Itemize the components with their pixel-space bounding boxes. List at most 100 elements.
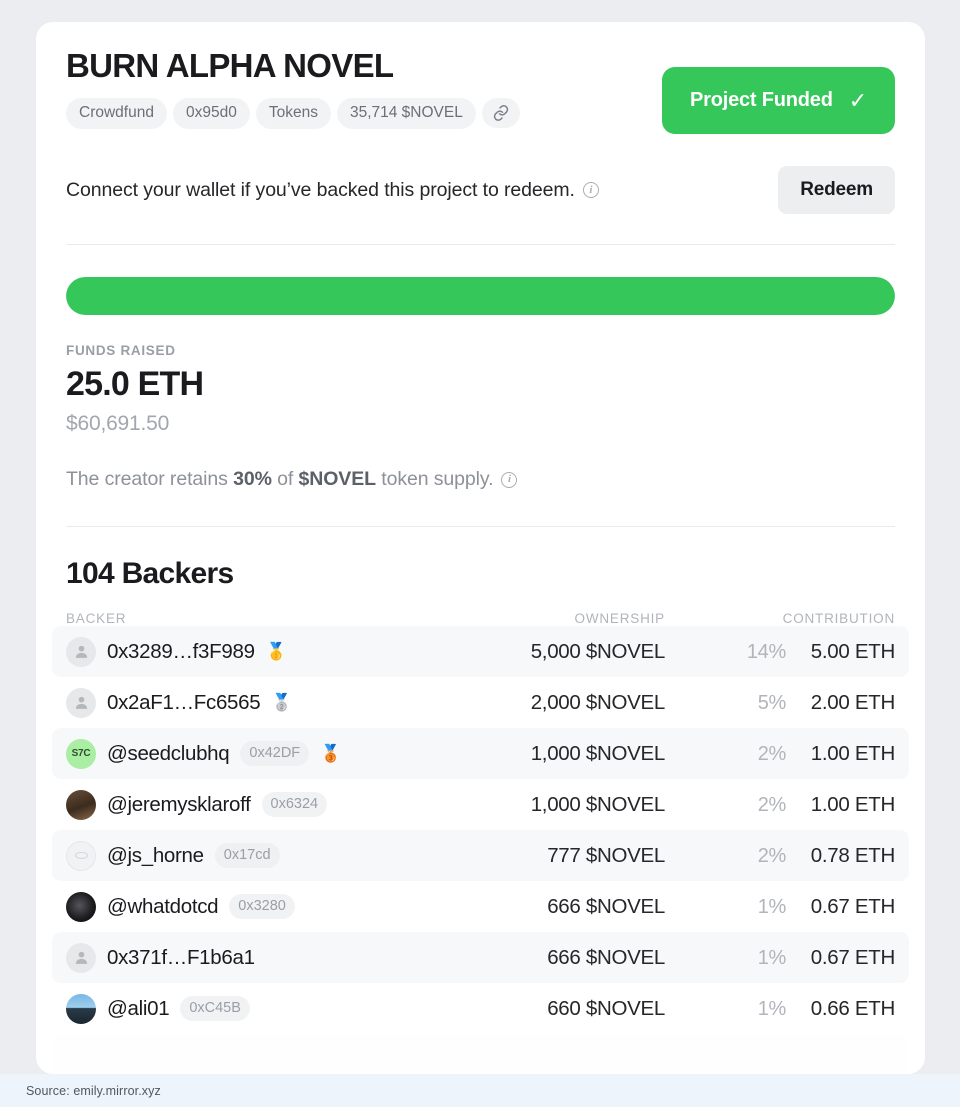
ownership-percent: 5% xyxy=(757,691,787,714)
project-identity: BURN ALPHA NOVEL Crowdfund 0x95d0 Tokens… xyxy=(66,47,520,129)
contribution-amount: 0.78 ETH xyxy=(810,843,896,867)
funds-raised-usd: $60,691.50 xyxy=(66,412,170,435)
ownership-percent: 1% xyxy=(757,895,787,918)
backer-name: @ali01 xyxy=(107,996,170,1020)
ownership-percent: 14% xyxy=(746,640,786,663)
redeem-button[interactable]: Redeem xyxy=(778,166,895,214)
project-funded-label: Project Funded xyxy=(689,89,833,111)
check-icon: ✓ xyxy=(848,87,867,113)
ownership-cell: 2,000 $NOVEL xyxy=(530,690,666,714)
project-funded-button[interactable]: Project Funded ✓ xyxy=(661,67,895,134)
source-label: Source: emily.mirror.xyz xyxy=(26,1083,161,1098)
table-row[interactable] xyxy=(52,1034,909,1074)
ownership-percent: 2% xyxy=(757,844,787,867)
contribution-amount: 5.00 ETH xyxy=(810,639,896,663)
table-row[interactable]: 0x3289…f3F989 🥇 5,000 $NOVEL 14% 5.00 ETH xyxy=(52,626,909,677)
retains-suffix: token supply. xyxy=(375,468,494,490)
ownership-cell: 1,000 $NOVEL xyxy=(530,741,666,765)
medal-icon: 🥈 xyxy=(271,693,293,712)
tag-address[interactable]: 0x95d0 xyxy=(172,97,250,129)
backer-name: @js_horne xyxy=(107,843,204,867)
table-row[interactable]: S7C @seedclubhq 0x42DF 🥉 1,000 $NOVEL 2% 1.00 … xyxy=(52,728,909,779)
backer-cell: 0x371f…F1b6a1 xyxy=(66,942,415,973)
backer-name: @jeremysklaroff xyxy=(107,792,251,816)
table-row[interactable]: 0x2aF1…Fc6565 🥈 2,000 $NOVEL 5% 2.00 ETH xyxy=(52,677,909,728)
table-row[interactable]: @jeremysklaroff 0x6324 1,000 $NOVEL 2% 1.00 … xyxy=(52,779,909,830)
column-header-contribution: CONTRIBUTION xyxy=(782,611,895,626)
card-header: BURN ALPHA NOVEL Crowdfund 0x95d0 Tokens… xyxy=(66,22,895,134)
ownership-percent: 1% xyxy=(757,997,787,1020)
page-root: BURN ALPHA NOVEL Crowdfund 0x95d0 Tokens… xyxy=(0,0,960,1107)
contribution-amount: 1.00 ETH xyxy=(810,792,896,816)
table-row[interactable]: 0x371f…F1b6a1 666 $NOVEL 1% 0.67 ETH xyxy=(52,932,909,983)
backer-name: @seedclubhq xyxy=(107,741,230,765)
contribution-amount: 0.66 ETH xyxy=(810,996,896,1020)
funding-progress-bar xyxy=(66,277,895,315)
funds-raised-label: FUNDS RAISED xyxy=(66,343,176,358)
tag-tokens[interactable]: Tokens xyxy=(255,97,331,129)
backers-heading: 104 Backers xyxy=(66,557,234,590)
person-icon xyxy=(66,636,96,667)
contribution-cell: 2% 1.00 ETH xyxy=(665,792,896,817)
ownership-percent: 2% xyxy=(757,742,787,765)
contribution-cell: 14% 5.00 ETH xyxy=(665,640,895,664)
backer-cell: 0x2aF1…Fc6565 🥈 xyxy=(66,687,415,718)
backer-name: 0x371f…F1b6a1 xyxy=(107,945,255,969)
contribution-cell: 1% 0.66 ETH xyxy=(665,996,896,1021)
backer-name: 0x3289…f3F989 xyxy=(107,639,255,663)
medal-icon: 🥉 xyxy=(320,744,342,763)
divider xyxy=(66,526,895,527)
ownership-cell: 660 $NOVEL xyxy=(547,996,665,1020)
avatar: S7C xyxy=(66,738,96,769)
connect-wallet-row: Connect your wallet if you’ve backed thi… xyxy=(66,166,895,214)
backer-address-chip: 0x6324 xyxy=(261,792,328,817)
avatar xyxy=(66,993,96,1024)
ownership-percent: 2% xyxy=(757,793,787,816)
ownership-cell: 777 $NOVEL xyxy=(547,843,665,867)
contribution-cell: 2% 1.00 ETH xyxy=(665,742,896,766)
source-bar: Source: emily.mirror.xyz xyxy=(0,1074,960,1107)
tag-type[interactable]: Crowdfund xyxy=(66,97,167,129)
medal-icon: 🥇 xyxy=(265,642,287,661)
backer-cell: 0x3289…f3F989 🥇 xyxy=(66,636,415,667)
retains-prefix: The creator retains xyxy=(66,468,234,490)
ownership-percent: 1% xyxy=(757,946,787,969)
ownership-cell: 1,000 $NOVEL xyxy=(530,792,666,816)
contribution-amount: 2.00 ETH xyxy=(810,690,896,714)
contribution-amount: 0.67 ETH xyxy=(810,945,896,969)
person-icon xyxy=(66,687,96,718)
backer-address-chip: 0x42DF xyxy=(240,741,310,766)
table-row[interactable]: @whatdotcd 0x3280 666 $NOVEL 1% 0.67 ETH xyxy=(52,881,909,932)
ownership-cell: 5,000 $NOVEL xyxy=(530,639,666,663)
contribution-cell: 1% 0.67 ETH xyxy=(665,945,896,970)
backer-address-chip: 0xC45B xyxy=(180,996,250,1021)
backer-name: @whatdotcd xyxy=(107,894,219,918)
retains-percent: 30% xyxy=(233,468,272,490)
table-row[interactable]: @ali01 0xC45B 660 $NOVEL 1% 0.66 ETH xyxy=(52,983,909,1034)
contribution-cell: 2% 0.78 ETH xyxy=(665,843,896,868)
link-icon[interactable] xyxy=(481,98,520,129)
retains-mid: of xyxy=(271,468,299,490)
info-icon[interactable]: i xyxy=(501,471,518,488)
contribution-amount: 0.67 ETH xyxy=(810,894,896,918)
backer-cell: @ali01 0xC45B xyxy=(66,993,415,1024)
table-row[interactable]: @js_horne 0x17cd 777 $NOVEL 2% 0.78 ETH xyxy=(52,830,909,881)
contribution-cell: 1% 0.67 ETH xyxy=(665,894,896,919)
avatar xyxy=(66,789,96,820)
avatar xyxy=(66,891,96,922)
column-header-ownership: OWNERSHIP xyxy=(574,611,665,626)
backer-cell: S7C @seedclubhq 0x42DF 🥉 xyxy=(66,738,415,769)
funding-progress-fill xyxy=(66,277,895,315)
ownership-cell: 666 $NOVEL xyxy=(547,894,665,918)
tag-supply[interactable]: 35,714 $NOVEL xyxy=(336,97,476,129)
contribution-cell: 5% 2.00 ETH xyxy=(665,690,896,715)
backers-table-header: BACKER OWNERSHIP CONTRIBUTION xyxy=(66,611,895,626)
connect-wallet-text: Connect your wallet if you’ve backed thi… xyxy=(66,179,599,202)
backers-table-body: 0x3289…f3F989 🥇 5,000 $NOVEL 14% 5.00 ETH 0x2… xyxy=(52,626,909,1074)
connect-wallet-label: Connect your wallet if you’ve backed thi… xyxy=(66,178,575,201)
backer-address-chip: 0x3280 xyxy=(229,894,295,919)
person-icon xyxy=(66,942,96,973)
avatar xyxy=(66,840,96,871)
backer-cell: @jeremysklaroff 0x6324 xyxy=(66,789,415,820)
info-icon[interactable]: i xyxy=(582,182,599,198)
